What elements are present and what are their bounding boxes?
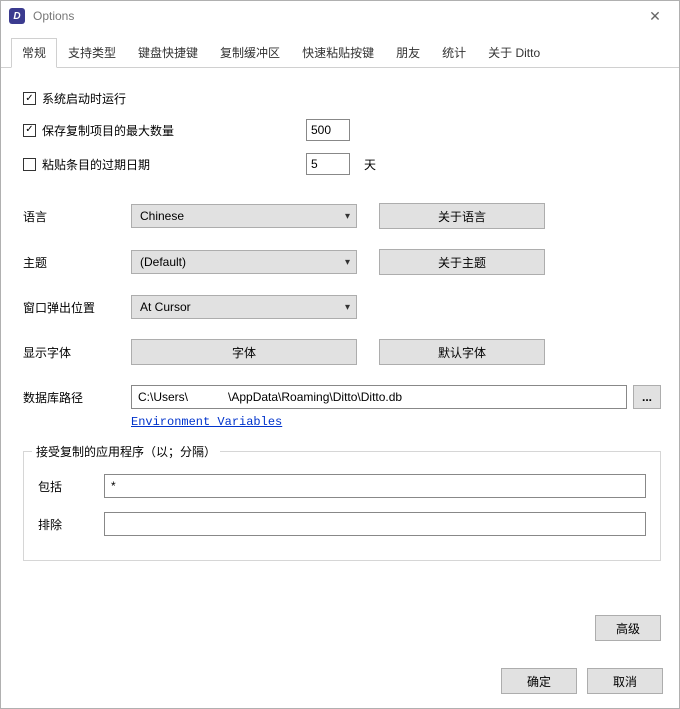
tab-copy-buffer[interactable]: 复制缓冲区 <box>209 38 291 68</box>
row-display-font: 显示字体 字体 默认字体 <box>23 339 661 365</box>
row-language: 语言 Chinese ▾ 关于语言 <box>23 203 661 229</box>
groupbox-accept-apps: 接受复制的应用程序（以；分隔） 包括 排除 <box>23 451 661 561</box>
window-title: Options <box>33 9 635 23</box>
tab-body: ✓ 系统启动时运行 ✓ 保存复制项目的最大数量 粘贴条目的过期日期 天 语言 C… <box>1 68 679 658</box>
label-expire[interactable]: 粘贴条目的过期日期 <box>42 156 306 173</box>
label-run-at-startup[interactable]: 系统启动时运行 <box>42 90 126 107</box>
chevron-down-icon: ▾ <box>345 257 350 268</box>
button-cancel[interactable]: 取消 <box>587 668 663 694</box>
tab-supported-types[interactable]: 支持类型 <box>57 38 127 68</box>
groupbox-title: 接受复制的应用程序（以；分隔） <box>32 443 220 460</box>
row-expire: 粘贴条目的过期日期 天 <box>23 153 661 175</box>
options-window: D Options ✕ 常规 支持类型 键盘快捷键 复制缓冲区 快速粘贴按键 朋… <box>0 0 680 709</box>
tab-general[interactable]: 常规 <box>11 38 57 68</box>
input-db-path[interactable] <box>131 385 627 409</box>
select-theme-value: (Default) <box>140 255 186 269</box>
select-popup-pos[interactable]: At Cursor ▾ <box>131 295 357 319</box>
row-db-path: 数据库路径 ... <box>23 385 661 409</box>
chevron-down-icon: ▾ <box>345 211 350 222</box>
input-include[interactable] <box>104 474 646 498</box>
label-popup-pos: 窗口弹出位置 <box>23 299 131 316</box>
row-max-copies: ✓ 保存复制项目的最大数量 <box>23 119 661 141</box>
select-language[interactable]: Chinese ▾ <box>131 204 357 228</box>
footer: 确定 取消 <box>1 658 679 708</box>
button-about-theme[interactable]: 关于主题 <box>379 249 545 275</box>
chevron-down-icon: ▾ <box>345 302 350 313</box>
button-browse[interactable]: ... <box>633 385 661 409</box>
label-language: 语言 <box>23 208 131 225</box>
checkbox-run-at-startup[interactable]: ✓ <box>23 92 36 105</box>
close-icon: ✕ <box>649 8 661 25</box>
button-font[interactable]: 字体 <box>131 339 357 365</box>
button-default-font[interactable]: 默认字体 <box>379 339 545 365</box>
row-env-vars: Environment Variables <box>23 415 661 429</box>
button-ok[interactable]: 确定 <box>501 668 577 694</box>
tab-about[interactable]: 关于 Ditto <box>477 38 551 68</box>
tabstrip: 常规 支持类型 键盘快捷键 复制缓冲区 快速粘贴按键 朋友 统计 关于 Ditt… <box>1 31 679 68</box>
select-theme[interactable]: (Default) ▾ <box>131 250 357 274</box>
tab-quick-paste[interactable]: 快速粘贴按键 <box>291 38 385 68</box>
close-button[interactable]: ✕ <box>635 2 675 30</box>
row-popup-pos: 窗口弹出位置 At Cursor ▾ <box>23 295 661 319</box>
row-include: 包括 <box>38 474 646 498</box>
label-display-font: 显示字体 <box>23 344 131 361</box>
label-expire-unit: 天 <box>364 156 376 173</box>
label-db-path: 数据库路径 <box>23 389 131 406</box>
row-exclude: 排除 <box>38 512 646 536</box>
input-max-copies[interactable] <box>306 119 350 141</box>
titlebar: D Options ✕ <box>1 1 679 31</box>
input-expire-days[interactable] <box>306 153 350 175</box>
tab-keyboard-shortcuts[interactable]: 键盘快捷键 <box>127 38 209 68</box>
row-run-at-startup: ✓ 系统启动时运行 <box>23 90 661 107</box>
app-icon: D <box>9 8 25 24</box>
button-advanced[interactable]: 高级 <box>595 615 661 641</box>
tab-stats[interactable]: 统计 <box>431 38 477 68</box>
label-max-copies[interactable]: 保存复制项目的最大数量 <box>42 122 306 139</box>
select-popup-pos-value: At Cursor <box>140 300 191 314</box>
label-include: 包括 <box>38 478 104 495</box>
label-exclude: 排除 <box>38 516 104 533</box>
tab-friends[interactable]: 朋友 <box>385 38 431 68</box>
link-env-vars[interactable]: Environment Variables <box>131 415 282 429</box>
input-exclude[interactable] <box>104 512 646 536</box>
label-theme: 主题 <box>23 254 131 271</box>
checkbox-max-copies[interactable]: ✓ <box>23 124 36 137</box>
select-language-value: Chinese <box>140 209 184 223</box>
checkbox-expire[interactable] <box>23 158 36 171</box>
row-theme: 主题 (Default) ▾ 关于主题 <box>23 249 661 275</box>
row-advanced: 高级 <box>23 615 661 641</box>
button-about-language[interactable]: 关于语言 <box>379 203 545 229</box>
